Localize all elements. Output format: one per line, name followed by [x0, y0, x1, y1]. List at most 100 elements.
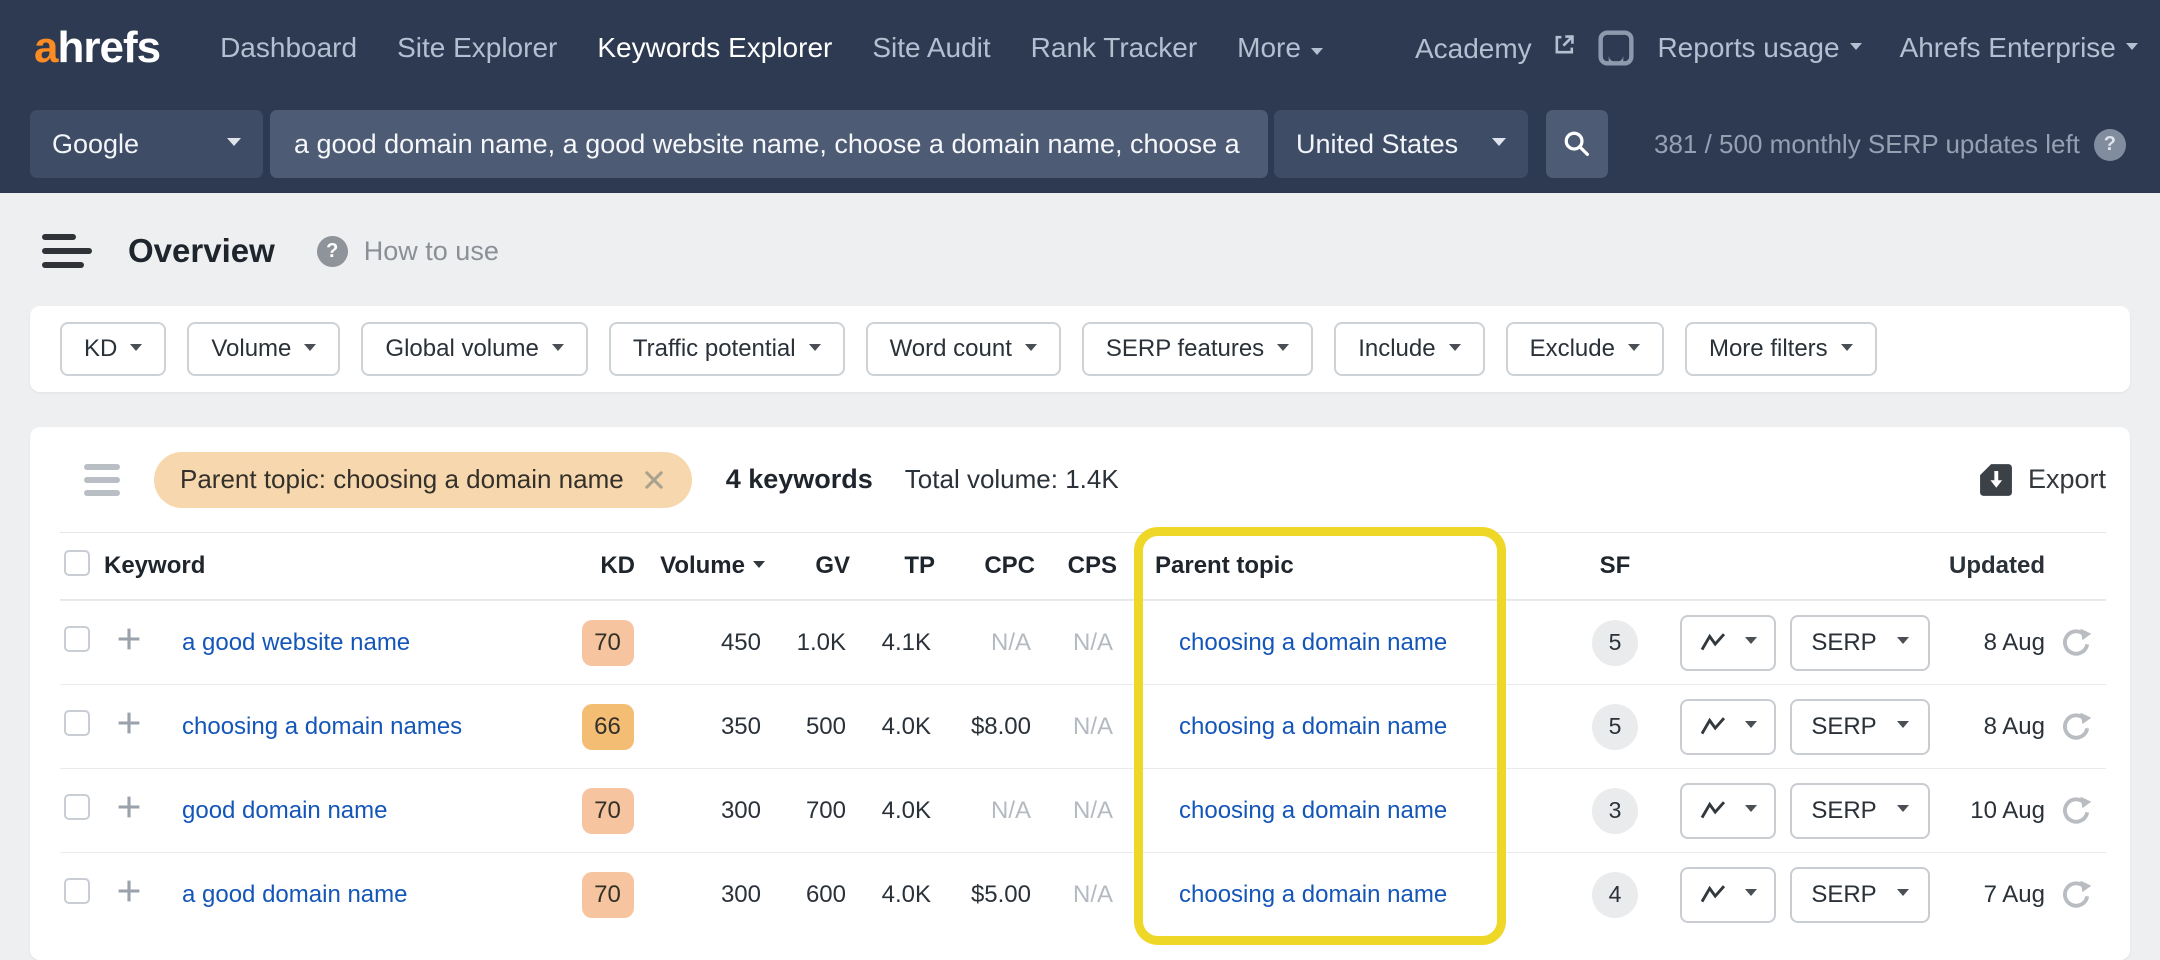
- refresh-icon[interactable]: [2060, 711, 2092, 743]
- nav-item-academy[interactable]: Academy: [1415, 32, 1578, 65]
- kd-badge: 66: [582, 704, 634, 750]
- sparkline-icon: [1699, 632, 1727, 654]
- keywords-query-input[interactable]: [270, 110, 1268, 178]
- nav-item-site-audit[interactable]: Site Audit: [872, 32, 990, 64]
- gv-cell: 600: [775, 881, 860, 909]
- add-to-list-icon[interactable]: [116, 794, 142, 820]
- serp-features-count: 5: [1592, 704, 1638, 750]
- row-checkbox[interactable]: [64, 794, 90, 820]
- close-icon[interactable]: [642, 468, 666, 492]
- updated-cell: 10 Aug: [1935, 797, 2045, 825]
- volume-cell: 300: [645, 881, 775, 909]
- ahrefs-logo[interactable]: ahrefs: [34, 23, 160, 73]
- kd-badge: 70: [582, 788, 634, 834]
- reports-menu-icon[interactable]: [42, 234, 92, 268]
- cps-cell: N/A: [1045, 713, 1127, 741]
- serp-button[interactable]: SERP: [1790, 615, 1930, 671]
- chevron-down-icon: [1025, 344, 1037, 351]
- sort-desc-icon: [753, 561, 765, 568]
- filter-include[interactable]: Include: [1334, 322, 1484, 376]
- row-checkbox[interactable]: [64, 710, 90, 736]
- nav-item-site-explorer[interactable]: Site Explorer: [397, 32, 557, 64]
- chevron-down-icon: [1745, 805, 1757, 812]
- chevron-down-icon: [1850, 43, 1862, 50]
- chevron-down-icon: [1897, 889, 1909, 896]
- serp-quota: 381 / 500 monthly SERP updates left: [1654, 96, 2126, 193]
- table-row: choosing a domain names 66 350 500 4.0K …: [60, 684, 2106, 768]
- chevron-down-icon: [809, 344, 821, 351]
- keyword-link[interactable]: good domain name: [182, 797, 387, 824]
- trend-chart-button[interactable]: [1680, 615, 1776, 671]
- filter-traffic-potential[interactable]: Traffic potential: [609, 322, 845, 376]
- col-sf[interactable]: SF: [1560, 552, 1670, 580]
- add-to-list-icon[interactable]: [116, 626, 142, 652]
- search-engine-select[interactable]: Google: [30, 110, 263, 178]
- select-all-checkbox[interactable]: [64, 550, 90, 576]
- col-volume[interactable]: Volume: [645, 552, 775, 580]
- sparkline-icon: [1699, 800, 1727, 822]
- chevron-down-icon: [1745, 637, 1757, 644]
- chevron-down-icon: [227, 138, 241, 146]
- how-to-use-help-icon[interactable]: [317, 236, 348, 267]
- col-updated[interactable]: Updated: [1935, 552, 2045, 580]
- trend-chart-button[interactable]: [1680, 699, 1776, 755]
- serp-button[interactable]: SERP: [1790, 783, 1930, 839]
- add-to-list-icon[interactable]: [116, 878, 142, 904]
- col-cpc[interactable]: CPC: [945, 552, 1045, 580]
- list-menu-icon[interactable]: [84, 464, 120, 496]
- col-keyword[interactable]: Keyword: [104, 552, 570, 580]
- filter-global-volume[interactable]: Global volume: [361, 322, 587, 376]
- trend-chart-button[interactable]: [1680, 867, 1776, 923]
- nav-item-keywords-explorer[interactable]: Keywords Explorer: [597, 32, 832, 64]
- filter-exclude[interactable]: Exclude: [1506, 322, 1664, 376]
- col-cps[interactable]: CPS: [1045, 552, 1127, 580]
- refresh-icon[interactable]: [2060, 795, 2092, 827]
- gv-cell: 500: [775, 713, 860, 741]
- filter-more-filters[interactable]: More filters: [1685, 322, 1877, 376]
- filter-kd[interactable]: KD: [60, 322, 166, 376]
- trend-chart-button[interactable]: [1680, 783, 1776, 839]
- serp-button[interactable]: SERP: [1790, 699, 1930, 755]
- col-tp[interactable]: TP: [860, 552, 945, 580]
- refresh-icon[interactable]: [2060, 627, 2092, 659]
- keywords-table-card: Parent topic: choosing a domain name 4 k…: [30, 427, 2130, 960]
- col-gv[interactable]: GV: [775, 552, 860, 580]
- filter-volume[interactable]: Volume: [187, 322, 340, 376]
- nav-item-more[interactable]: More: [1237, 32, 1323, 64]
- export-button[interactable]: Export: [1978, 462, 2106, 498]
- keyword-link[interactable]: a good website name: [182, 629, 410, 656]
- tp-cell: 4.0K: [860, 713, 945, 741]
- parent-topic-link[interactable]: choosing a domain name: [1179, 797, 1447, 824]
- quota-help-icon[interactable]: [2094, 129, 2126, 161]
- nav-item-rank-tracker[interactable]: Rank Tracker: [1031, 32, 1198, 64]
- kd-badge: 70: [582, 620, 634, 666]
- keyword-link[interactable]: a good domain name: [182, 881, 408, 908]
- add-to-list-icon[interactable]: [116, 710, 142, 736]
- parent-topic-link[interactable]: choosing a domain name: [1179, 881, 1447, 908]
- search-button[interactable]: [1546, 110, 1608, 178]
- col-parent-topic[interactable]: Parent topic: [1127, 552, 1560, 580]
- col-kd[interactable]: KD: [570, 552, 645, 580]
- filter-serp-features[interactable]: SERP features: [1082, 322, 1313, 376]
- table-toolbar: Parent topic: choosing a domain name 4 k…: [60, 427, 2106, 532]
- refresh-icon[interactable]: [2060, 879, 2092, 911]
- chevron-down-icon: [1628, 344, 1640, 351]
- updated-cell: 8 Aug: [1935, 629, 2045, 657]
- parent-topic-link[interactable]: choosing a domain name: [1179, 713, 1447, 740]
- chevron-down-icon: [1492, 138, 1506, 146]
- keyword-link[interactable]: choosing a domain names: [182, 713, 462, 740]
- table-row: a good website name 70 450 1.0K 4.1K N/A…: [60, 600, 2106, 684]
- country-select[interactable]: United States: [1274, 110, 1528, 178]
- nav-item-dashboard[interactable]: Dashboard: [220, 32, 357, 64]
- reports-usage-menu[interactable]: Reports usage: [1657, 32, 1861, 64]
- filter-word-count[interactable]: Word count: [866, 322, 1061, 376]
- row-checkbox[interactable]: [64, 626, 90, 652]
- row-checkbox[interactable]: [64, 878, 90, 904]
- search-bar: Google United States 381 / 500 monthly S…: [0, 96, 2160, 193]
- parent-topic-filter-chip[interactable]: Parent topic: choosing a domain name: [154, 452, 692, 508]
- how-to-use-link[interactable]: How to use: [364, 236, 499, 267]
- chevron-down-icon: [1897, 721, 1909, 728]
- parent-topic-link[interactable]: choosing a domain name: [1179, 629, 1447, 656]
- serp-button[interactable]: SERP: [1790, 867, 1930, 923]
- workspace-menu[interactable]: Ahrefs Enterprise: [1900, 32, 2138, 64]
